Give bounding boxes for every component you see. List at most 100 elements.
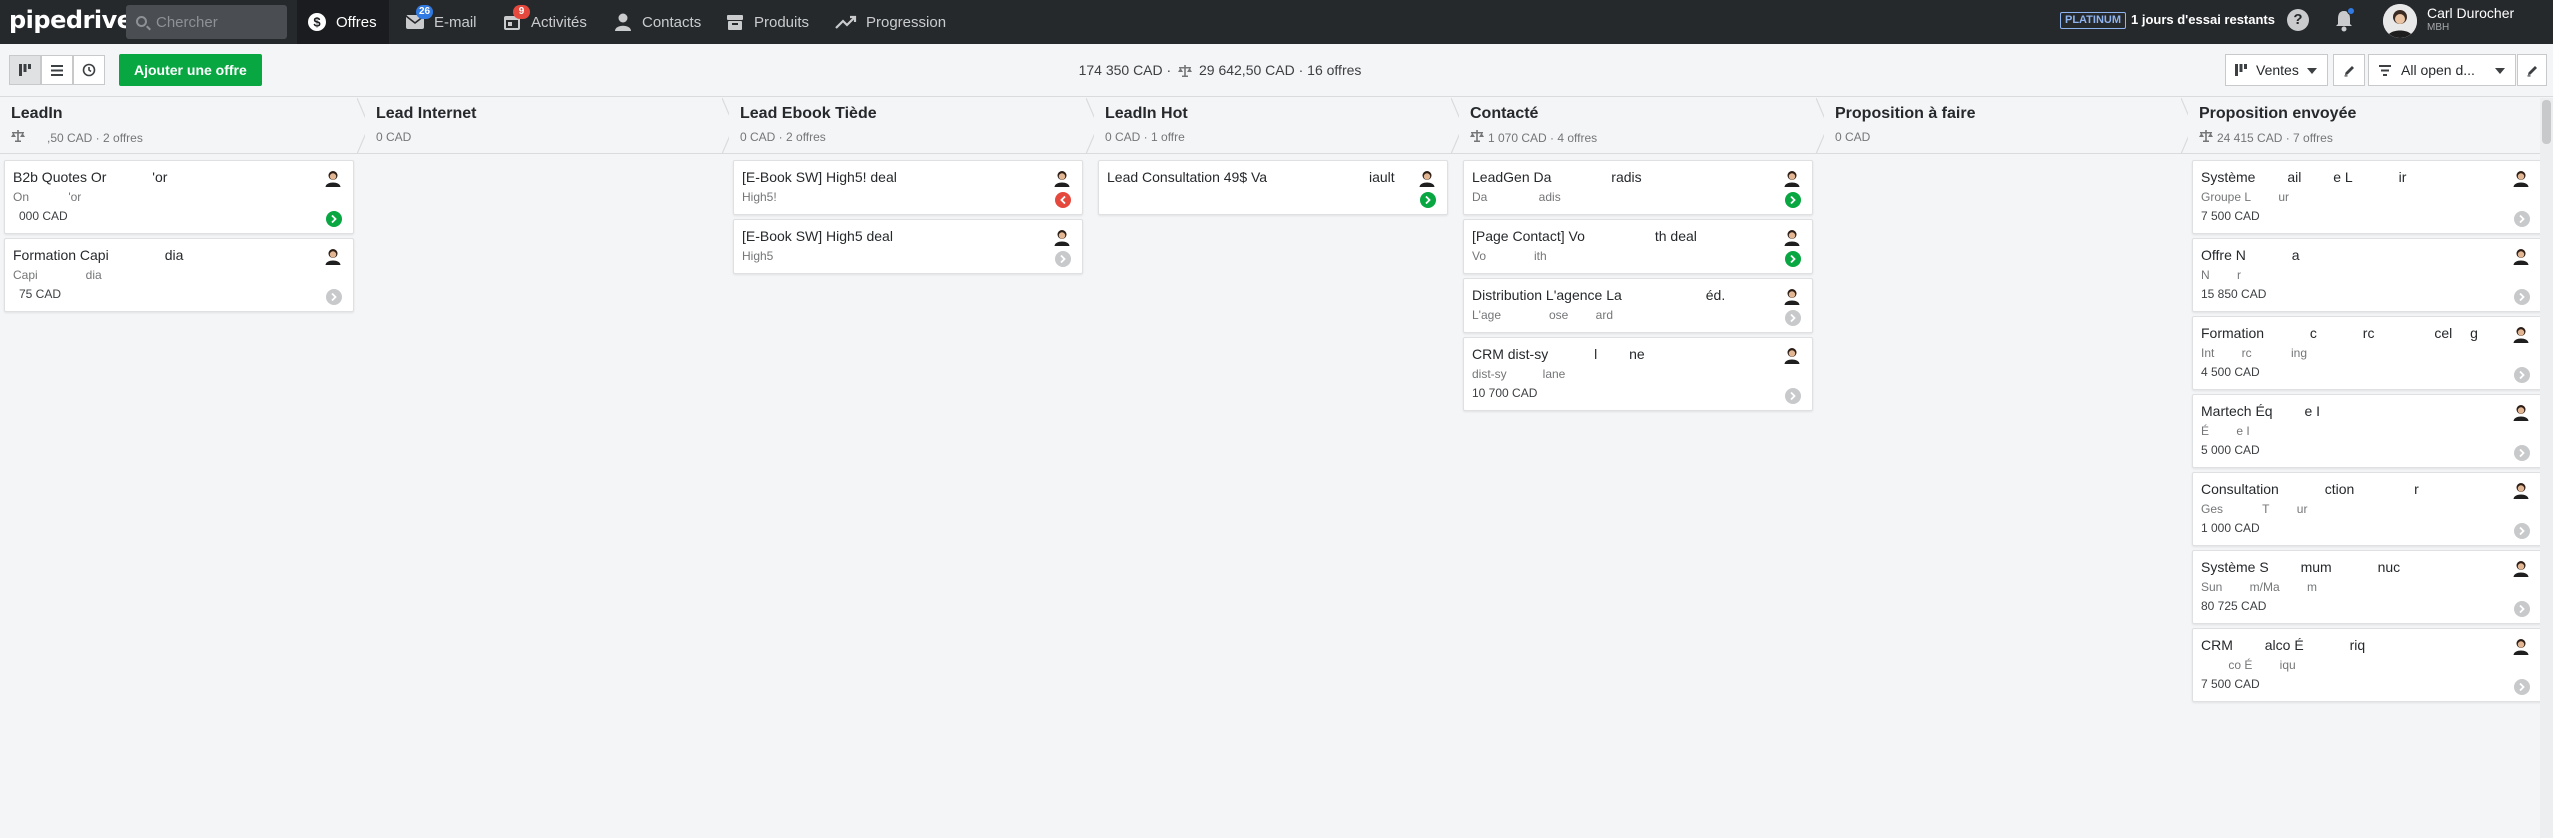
nav-email[interactable]: 26 E-mail: [405, 0, 477, 44]
stage-title: Contacté: [1470, 105, 1539, 122]
deal-card[interactable]: Système S mum nuc Sun m/Ma m 80 725 CAD: [2192, 550, 2542, 624]
deal-value: 15 850 CAD: [2201, 287, 2267, 301]
deal-card[interactable]: CRM dist-sy l ne dist-sy lane 10 700 CAD: [1463, 337, 1813, 411]
deal-value: 7 500 CAD: [2201, 209, 2260, 223]
deal-count: 16 offres: [1307, 62, 1362, 78]
nav-progression[interactable]: Progression: [835, 0, 946, 44]
user-avatar[interactable]: [2383, 4, 2417, 38]
edit-filter-button[interactable]: [2517, 54, 2547, 86]
deal-card[interactable]: B2b Quotes Or 'or On 'or 000 CAD: [4, 160, 354, 234]
no-activity-icon[interactable]: [2514, 523, 2530, 539]
deal-card[interactable]: LeadGen Da radis Da adis: [1463, 160, 1813, 215]
deal-card[interactable]: Système ail e L ir Groupe L ur 7 500 CAD: [2192, 160, 2542, 234]
trial-days-link[interactable]: 1 jours d'essai restants: [2131, 12, 2275, 27]
deal-organization: Sun m/Ma m: [2201, 580, 2318, 594]
nav-produits[interactable]: Produits: [725, 0, 809, 44]
deal-card[interactable]: [E-Book SW] High5 deal High5: [733, 219, 1083, 274]
user-name[interactable]: Carl Durocher: [2427, 5, 2514, 21]
deal-title: [E-Book SW] High5 deal: [742, 228, 893, 244]
owner-avatar-icon[interactable]: [1783, 346, 1801, 364]
owner-avatar-icon[interactable]: [1783, 287, 1801, 305]
stage-header: Lead Ebook Tiède 0 CAD · 2 offres: [729, 98, 1099, 154]
add-deal-button[interactable]: Ajouter une offre: [119, 54, 262, 86]
owner-avatar-icon[interactable]: [1783, 228, 1801, 246]
scheduled-activity-icon[interactable]: [1785, 192, 1801, 208]
user-company: MBH: [2427, 22, 2450, 33]
owner-avatar-icon[interactable]: [324, 169, 342, 187]
owner-avatar-icon[interactable]: [2512, 325, 2530, 343]
no-activity-icon[interactable]: [2514, 601, 2530, 617]
no-activity-icon[interactable]: [2514, 445, 2530, 461]
deal-organization: Capi dia: [13, 268, 102, 282]
board-scrollbar-thumb[interactable]: [2542, 100, 2551, 144]
deal-card[interactable]: Formation c rc cel g Int rc ing 4 500 CAD: [2192, 316, 2542, 390]
nav-offres[interactable]: $ Offres: [297, 0, 389, 44]
no-activity-icon[interactable]: [2514, 211, 2530, 227]
stage-header: Contacté 1 070 CAD · 4 offres: [1459, 98, 1829, 154]
deal-card[interactable]: Lead Consultation 49$ Va iault: [1098, 160, 1448, 215]
deal-organization: dist-sy lane: [1472, 367, 1566, 381]
pencil-icon: [2344, 65, 2354, 76]
deal-card[interactable]: Distribution L'agence La éd. L'age ose ar…: [1463, 278, 1813, 333]
deal-board: LeadIn ,50 CAD · 2 offres B2b Quotes Or '…: [0, 98, 2553, 838]
stage-summary-text: 0 CAD · 1 offre: [1105, 130, 1185, 144]
owner-avatar-icon[interactable]: [2512, 559, 2530, 577]
no-activity-icon[interactable]: [2514, 367, 2530, 383]
board-scrollbar[interactable]: [2540, 98, 2553, 838]
trend-icon: [835, 12, 857, 32]
owner-avatar-icon[interactable]: [1418, 169, 1436, 187]
pipeline-summary: 174 350 CAD · 29 642,50 CAD · 16 offres: [960, 62, 1480, 78]
deal-title: Lead Consultation 49$ Va iault: [1107, 169, 1395, 185]
edit-pipeline-button[interactable]: [2333, 54, 2365, 86]
plan-badge: PLATINUM: [2060, 12, 2127, 29]
pipedrive-logo[interactable]: pipedrive: [9, 6, 133, 34]
deal-value: 000 CAD: [13, 209, 68, 223]
search-input[interactable]: [156, 13, 280, 31]
filter-select[interactable]: All open d...: [2368, 54, 2516, 86]
pipeline-select[interactable]: Ventes: [2225, 54, 2328, 86]
no-activity-icon[interactable]: [326, 289, 342, 305]
no-activity-icon[interactable]: [2514, 289, 2530, 305]
total-value: 174 350 CAD: [1078, 62, 1163, 78]
no-activity-icon[interactable]: [1785, 388, 1801, 404]
kanban-icon: [19, 64, 31, 76]
deal-value: 7 500 CAD: [2201, 677, 2260, 691]
owner-avatar-icon[interactable]: [324, 247, 342, 265]
stage-column: Contacté 1 070 CAD · 4 offres LeadGen Da r…: [1459, 98, 1829, 838]
owner-avatar-icon[interactable]: [1783, 169, 1801, 187]
scheduled-activity-icon[interactable]: [1785, 251, 1801, 267]
top-navigation: pipedrive $ Offres 26 E-mail 9 Activités…: [0, 0, 2553, 44]
deal-card[interactable]: Martech Éq e I É e I 5 000 CAD: [2192, 394, 2542, 468]
deal-card[interactable]: Consultation ction r Ges T ur 1 000 CAD: [2192, 472, 2542, 546]
no-activity-icon[interactable]: [1785, 310, 1801, 326]
nav-contacts[interactable]: Contacts: [613, 0, 701, 44]
no-activity-icon[interactable]: [2514, 679, 2530, 695]
owner-avatar-icon[interactable]: [1053, 228, 1071, 246]
stage-title: Lead Ebook Tiède: [740, 105, 877, 122]
deal-card[interactable]: Offre N a N r 15 850 CAD: [2192, 238, 2542, 312]
stage-summary-text: 24 415 CAD · 7 offres: [2217, 130, 2333, 145]
overdue-activity-icon[interactable]: [1055, 192, 1071, 208]
deal-title: [Page Contact] Vo th deal: [1472, 228, 1697, 244]
deal-card[interactable]: Formation Capi dia Capi dia 75 CAD: [4, 238, 354, 312]
deal-card[interactable]: [Page Contact] Vo th deal Vo ith: [1463, 219, 1813, 274]
deal-value: 10 700 CAD: [1472, 386, 1538, 400]
help-icon[interactable]: ?: [2287, 9, 2309, 31]
no-activity-icon[interactable]: [1055, 251, 1071, 267]
list-view-button[interactable]: [41, 55, 73, 85]
owner-avatar-icon[interactable]: [2512, 247, 2530, 265]
scheduled-activity-icon[interactable]: [326, 211, 342, 227]
owner-avatar-icon[interactable]: [2512, 481, 2530, 499]
deal-card[interactable]: CRM alco É riq co É iqu 7 500 CAD: [2192, 628, 2542, 702]
owner-avatar-icon[interactable]: [2512, 403, 2530, 421]
weighted-value: 29 642,50 CAD: [1198, 62, 1295, 78]
owner-avatar-icon[interactable]: [1053, 169, 1071, 187]
owner-avatar-icon[interactable]: [2512, 637, 2530, 655]
pipeline-view-button[interactable]: [9, 55, 41, 85]
deal-card[interactable]: [E-Book SW] High5! deal High5!: [733, 160, 1083, 215]
nav-activites[interactable]: 9 Activités: [502, 0, 587, 44]
owner-avatar-icon[interactable]: [2512, 169, 2530, 187]
search-box[interactable]: [126, 5, 287, 39]
scheduled-activity-icon[interactable]: [1420, 192, 1436, 208]
forecast-view-button[interactable]: [73, 55, 105, 85]
